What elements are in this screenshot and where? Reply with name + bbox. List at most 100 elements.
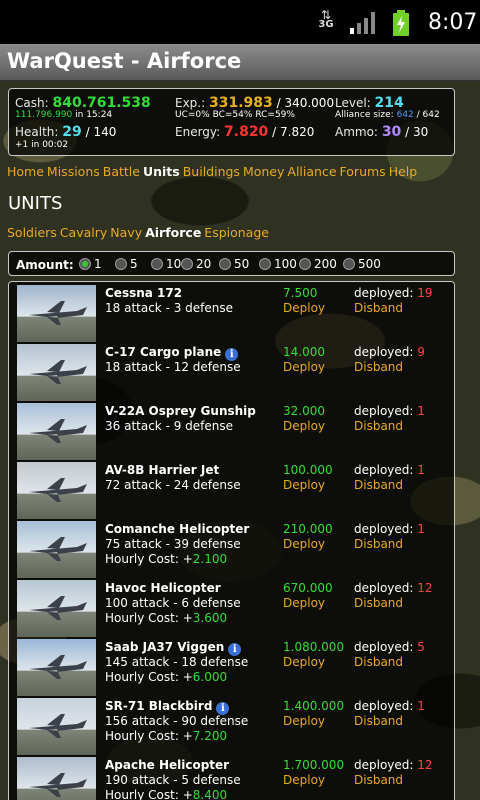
deployed-count: deployed: 19 — [354, 286, 433, 300]
unit-thumbnail[interactable] — [17, 757, 96, 800]
alliance-value: 642 — [396, 110, 414, 120]
unit-stats: 190 attack - 5 defense — [105, 773, 241, 787]
unit-row: Havoc Helicopter 100 attack - 6 defense Ho… — [17, 579, 457, 638]
deployed-count: deployed: 1 — [354, 699, 425, 713]
exp-row: Exp.: 331.983 / 340.000 — [175, 95, 335, 111]
radio-icon[interactable] — [151, 258, 163, 270]
deploy-button[interactable]: Deploy — [283, 419, 325, 433]
unit-name-text: Havoc Helicopter — [105, 581, 221, 595]
unit-thumbnail[interactable] — [17, 462, 96, 519]
unit-stats: 18 attack - 12 defense — [105, 360, 241, 374]
unit-price: 210.000 — [283, 522, 333, 536]
unit-thumbnail[interactable] — [17, 403, 96, 460]
deploy-button[interactable]: Deploy — [283, 655, 325, 669]
cash-row: Cash: 840.761.538 — [15, 95, 151, 111]
cash-value: 840.761.538 — [52, 95, 151, 111]
unit-row: AV-8B Harrier Jet 72 attack - 24 defense 1… — [17, 461, 457, 520]
unit-name-text: Comanche Helicopter — [105, 522, 250, 536]
disband-button[interactable]: Disband — [354, 301, 403, 315]
nav-link-help[interactable]: Help — [389, 164, 418, 179]
deployed-label: deployed: — [354, 640, 418, 654]
radio-icon[interactable] — [259, 258, 271, 270]
health-regen-note: +1 in 00:02 — [15, 140, 69, 150]
unit-stats: 100 attack - 6 defense — [105, 596, 241, 610]
radio-icon[interactable] — [299, 258, 311, 270]
unit-thumbnail[interactable] — [17, 698, 96, 755]
hourly-cost: Hourly Cost: +7.200 — [105, 729, 227, 743]
radio-icon[interactable] — [219, 258, 231, 270]
nav-link-alliance[interactable]: Alliance — [287, 164, 336, 179]
health-value: 29 — [62, 124, 82, 140]
amount-option-20[interactable]: 20 — [181, 257, 211, 271]
deployed-count: deployed: 1 — [354, 463, 425, 477]
unit-list: Cessna 172 18 attack - 3 defense 7.500 Depl… — [8, 281, 455, 800]
deployed-label: deployed: — [354, 345, 418, 359]
deployed-value: 12 — [417, 758, 433, 772]
amount-option-5[interactable]: 5 — [115, 257, 138, 271]
amount-option-100[interactable]: 100 — [259, 257, 297, 271]
nav-link-battle[interactable]: Battle — [103, 164, 140, 179]
ammo-value: 30 — [381, 124, 402, 140]
subnav-link-cavalry[interactable]: Cavalry — [60, 225, 107, 240]
deploy-button[interactable]: Deploy — [283, 537, 325, 551]
radio-icon[interactable] — [115, 258, 127, 270]
subnav-link-soldiers[interactable]: Soldiers — [7, 225, 57, 240]
disband-button[interactable]: Disband — [354, 596, 403, 610]
level-row: Level: 214 — [335, 95, 404, 111]
unit-name: AV-8B Harrier Jet — [105, 463, 219, 477]
signal-icon — [350, 12, 375, 34]
deploy-button[interactable]: Deploy — [283, 773, 325, 787]
deployed-label: deployed: — [354, 699, 418, 713]
level-value: 214 — [374, 95, 404, 111]
deployed-value: 1 — [417, 522, 425, 536]
disband-button[interactable]: Disband — [354, 714, 403, 728]
radio-icon[interactable] — [79, 258, 91, 270]
amount-option-1[interactable]: 1 — [79, 257, 102, 271]
disband-button[interactable]: Disband — [354, 773, 403, 787]
subnav-link-espionage[interactable]: Espionage — [204, 225, 269, 240]
disband-button[interactable]: Disband — [354, 360, 403, 374]
disband-button[interactable]: Disband — [354, 655, 403, 669]
unit-name: Cessna 172 — [105, 286, 182, 300]
deploy-button[interactable]: Deploy — [283, 478, 325, 492]
unit-stats: 36 attack - 9 defense — [105, 419, 234, 433]
deployed-label: deployed: — [354, 581, 418, 595]
deploy-button[interactable]: Deploy — [283, 360, 325, 374]
unit-thumbnail[interactable] — [17, 521, 96, 578]
disband-button[interactable]: Disband — [354, 478, 403, 492]
unit-thumbnail[interactable] — [17, 285, 96, 342]
amount-option-50[interactable]: 50 — [219, 257, 249, 271]
disband-button[interactable]: Disband — [354, 419, 403, 433]
unit-price: 32.000 — [283, 404, 325, 418]
unit-thumbnail[interactable] — [17, 344, 96, 401]
unit-name: C-17 Cargo plane i — [105, 345, 239, 361]
nav-link-forums[interactable]: Forums — [340, 164, 386, 179]
deployed-value: 1 — [417, 404, 425, 418]
nav-link-units[interactable]: Units — [143, 164, 180, 179]
unit-name-text: Cessna 172 — [105, 286, 183, 300]
subnav-link-navy[interactable]: Navy — [110, 225, 142, 240]
unit-name-text: C-17 Cargo plane — [105, 345, 222, 359]
deploy-button[interactable]: Deploy — [283, 714, 325, 728]
subnav-link-airforce[interactable]: Airforce — [145, 225, 201, 240]
deploy-button[interactable]: Deploy — [283, 301, 325, 315]
deploy-button[interactable]: Deploy — [283, 596, 325, 610]
amount-option-label: 5 — [130, 257, 138, 271]
amount-option-10[interactable]: 10 — [151, 257, 181, 271]
radio-icon[interactable] — [181, 258, 193, 270]
nav-link-money[interactable]: Money — [243, 164, 284, 179]
amount-option-200[interactable]: 200 — [299, 257, 337, 271]
disband-button[interactable]: Disband — [354, 537, 403, 551]
unit-thumbnail[interactable] — [17, 639, 96, 696]
unit-stats: 156 attack - 90 defense — [105, 714, 249, 728]
upgrade-ratios: UC=0% BC=54% RC=59% — [175, 110, 295, 120]
amount-option-label: 20 — [196, 257, 212, 271]
nav-link-buildings[interactable]: Buildings — [183, 164, 240, 179]
amount-option-500[interactable]: 500 — [343, 257, 381, 271]
ammo-row: Ammo: 30 / 30 — [335, 124, 429, 140]
nav-link-missions[interactable]: Missions — [47, 164, 100, 179]
unit-price: 100.000 — [283, 463, 333, 477]
unit-thumbnail[interactable] — [17, 580, 96, 637]
radio-icon[interactable] — [343, 258, 355, 270]
nav-link-home[interactable]: Home — [7, 164, 44, 179]
